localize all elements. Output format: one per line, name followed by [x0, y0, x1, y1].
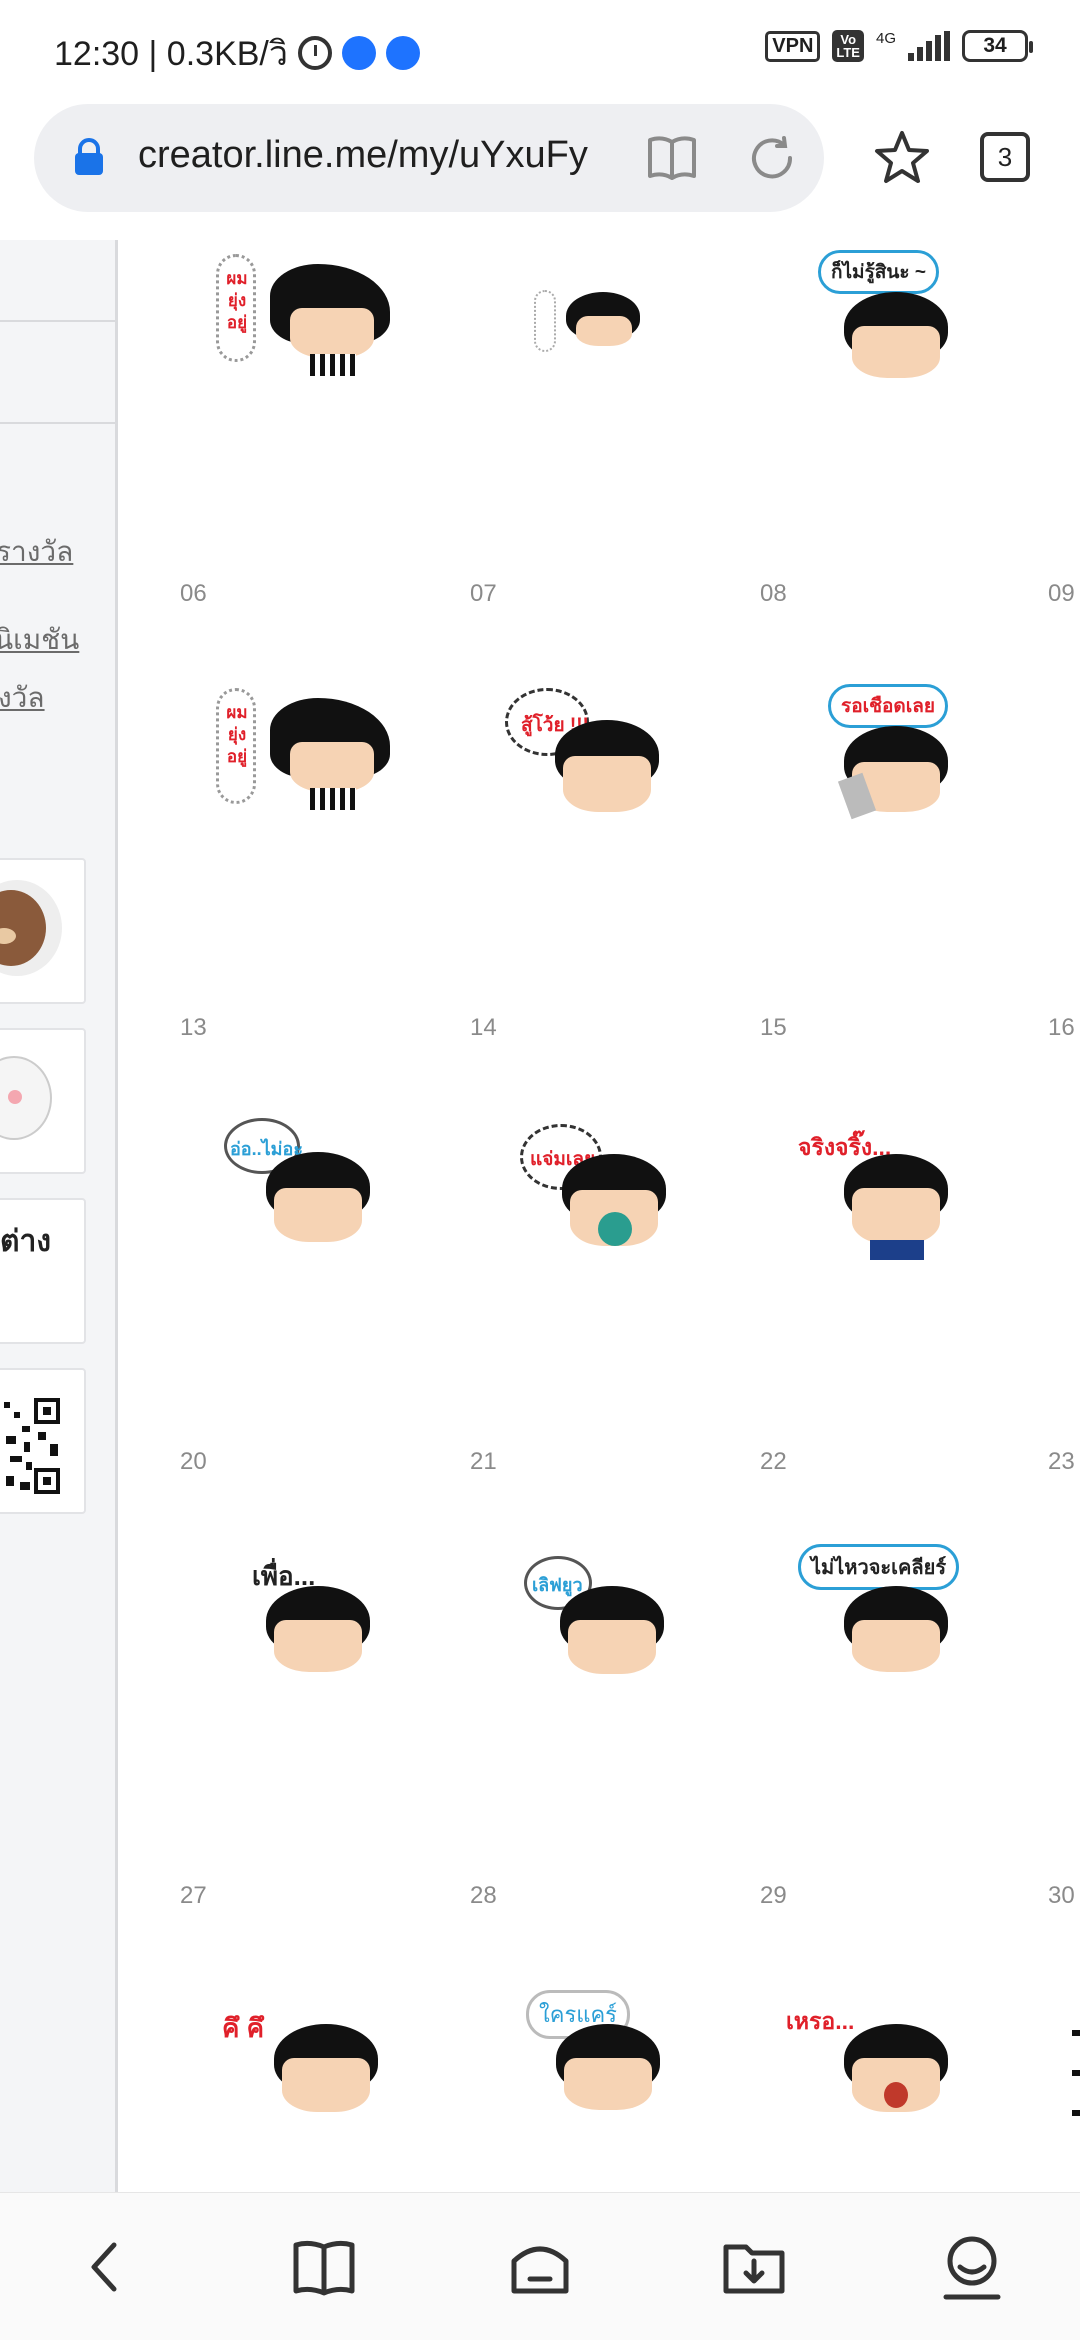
sticker-caption: ผม ยุ่ง อยู่ — [226, 269, 248, 332]
text-card[interactable]: ต่าง — [0, 1198, 86, 1344]
divider — [0, 320, 115, 322]
sticker-number: 16 — [1048, 1014, 1075, 1041]
tabs-button[interactable]: 3 — [980, 132, 1030, 182]
sticker-item[interactable]: จริงจริ๊ง... — [796, 1128, 996, 1298]
vpn-badge: VPN — [765, 30, 821, 62]
sticker-item[interactable]: ก็ไม่รู้สินะ ~ — [814, 246, 1014, 416]
sticker-number: 22 — [760, 1448, 787, 1475]
sticker-caption: ก็ไม่รู้สินะ ~ — [818, 250, 939, 294]
sticker-number: 09 — [1048, 580, 1075, 607]
left-panel: รางวัล นิเมชัน งวัล ต่าง — [0, 240, 118, 2192]
card-text: ต่าง — [0, 1225, 51, 1258]
downloads-icon[interactable] — [718, 2231, 790, 2303]
cony-sticker-card[interactable] — [0, 1028, 86, 1174]
sticker-item[interactable]: ผม ยุ่ง อยู่ — [210, 248, 410, 418]
alarm-icon — [297, 36, 332, 70]
sticker-number: 13 — [180, 1014, 207, 1041]
qr-card[interactable] — [0, 1368, 86, 1514]
divider — [0, 422, 115, 424]
sticker-item[interactable]: แจ่มเลย — [520, 1124, 720, 1294]
sticker-caption: เลิฟยูว — [532, 1575, 583, 1595]
sticker-caption: เหรอ... — [786, 2008, 855, 2034]
home-icon[interactable] — [504, 2231, 576, 2303]
signal-icon — [908, 31, 950, 61]
sticker-number: 21 — [470, 1448, 497, 1475]
url-bar[interactable]: creator.line.me/my/uYxuFy — [34, 104, 824, 212]
left-link-3[interactable]: งวัล — [0, 676, 45, 720]
sticker-number: 15 — [760, 1014, 787, 1041]
sticker-number: 07 — [470, 580, 497, 607]
sticker-item[interactable]: เพื่อ... — [240, 1556, 440, 1726]
sticker-item[interactable] — [530, 280, 730, 450]
sticker-item[interactable]: ใครแคร์ — [520, 1990, 720, 2160]
sticker-caption: ผม ยุ่ง อยู่ — [226, 703, 248, 766]
messenger-icon-2 — [385, 36, 420, 70]
bookmarks-icon[interactable] — [288, 2231, 360, 2303]
sticker-number: 23 — [1048, 1448, 1075, 1475]
profile-icon[interactable] — [936, 2231, 1008, 2303]
sticker-number: 27 — [180, 1882, 207, 1909]
status-bar: 12:30 | 0.3KB/วิ VPN Vo LTE 4G 34 — [0, 0, 1080, 96]
sticker-item[interactable]: อ่อ..ไม่อะ — [220, 1118, 420, 1288]
url-text[interactable]: creator.line.me/my/uYxuFy — [138, 134, 624, 177]
sticker-item[interactable]: สู้โว้ย !!! — [505, 688, 705, 858]
sticker-number: 29 — [760, 1882, 787, 1909]
bookmark-star-icon[interactable] — [872, 128, 932, 188]
sticker-number: 28 — [470, 1882, 497, 1909]
reader-mode-icon[interactable] — [644, 130, 700, 186]
sticker-item[interactable]: คึ คึ — [220, 1996, 420, 2166]
battery-icon: 34 — [962, 30, 1033, 62]
partial-sticker — [1070, 1990, 1080, 2140]
battery-level: 34 — [983, 34, 1007, 57]
status-right: VPN Vo LTE 4G 34 — [765, 30, 1033, 62]
sticker-item[interactable]: เหรอ... — [784, 1996, 984, 2166]
network-type: 4G — [875, 30, 896, 47]
qr-code-icon — [2, 1398, 62, 1494]
left-link-1[interactable]: รางวัล — [0, 530, 73, 574]
page-content: รางวัล นิเมชัน งวัล ต่าง 06 07 08 09 13 … — [0, 240, 1080, 2192]
reload-icon[interactable] — [746, 132, 798, 184]
sticker-number: 08 — [760, 580, 787, 607]
volte-bottom: LTE — [836, 45, 860, 60]
status-left: 12:30 | 0.3KB/วิ — [54, 26, 420, 80]
volte-badge: Vo LTE — [832, 30, 864, 62]
sticker-number: 20 — [180, 1448, 207, 1475]
back-icon[interactable] — [70, 2231, 142, 2303]
sticker-item[interactable]: เลิฟยูว — [524, 1556, 724, 1726]
sticker-item[interactable]: รอเชือดเลย — [814, 680, 1014, 850]
sticker-caption: คึ คึ — [222, 2013, 265, 2043]
messenger-icon — [341, 36, 376, 70]
time-and-speed: 12:30 | 0.3KB/วิ — [54, 35, 288, 73]
sticker-caption: ไม่ไหวจะเคลียร์ — [798, 1544, 960, 1590]
sticker-number: 30 — [1048, 1882, 1075, 1909]
brown-sticker-card[interactable] — [0, 858, 86, 1004]
bottom-navigation — [0, 2192, 1080, 2340]
sticker-item[interactable]: ผม ยุ่ง อยู่ — [210, 682, 410, 852]
left-link-2[interactable]: นิเมชัน — [0, 618, 79, 662]
sticker-number: 14 — [470, 1014, 497, 1041]
sticker-item[interactable]: ไม่ไหวจะเคลียร์ — [798, 1544, 998, 1714]
lock-icon — [75, 138, 103, 175]
sticker-caption: รอเชือดเลย — [828, 684, 949, 728]
sticker-number: 06 — [180, 580, 207, 607]
